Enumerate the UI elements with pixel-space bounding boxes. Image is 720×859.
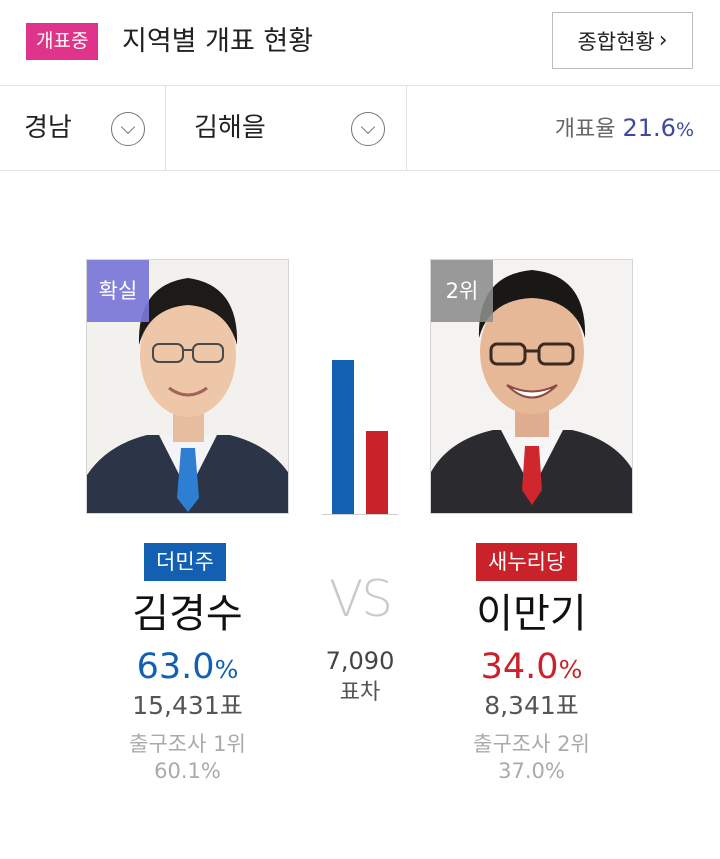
region-dropdown[interactable]: 경남 [0, 86, 166, 171]
exit-poll-percent-2: 37.0% [498, 759, 565, 783]
candidate-percent-1: 63.0% [86, 643, 289, 694]
candidate-votes-2: 8,341표 [484, 691, 579, 720]
rank-badge-2: 2위 [431, 260, 493, 322]
candidate-photo-1: 확실 [86, 259, 289, 514]
candidate-photo-2: 2위 [430, 259, 633, 514]
candidate-percent-value-1: 63.0 [136, 647, 215, 687]
vote-margin-label: 표차 [339, 680, 381, 705]
candidate-votes-1: 15,431표 [132, 691, 243, 720]
summary-button[interactable]: 종합현황 › [552, 12, 693, 69]
exit-poll-percent-1: 60.1% [154, 759, 221, 783]
candidate-percent-unit-1: % [214, 655, 239, 684]
chevron-right-icon: › [658, 28, 668, 53]
vote-bar-candidate-1 [332, 360, 354, 514]
candidate-percent-value-2: 34.0 [480, 647, 559, 687]
summary-button-label: 종합현황 [577, 29, 655, 54]
counting-rate-unit: % [675, 119, 694, 141]
selector-row: 경남 김해을 개표율 21.6% [0, 86, 720, 171]
rank-badge-1: 확실 [87, 260, 149, 322]
header: 개표중 지역별 개표 현황 종합현황 › [0, 0, 720, 86]
candidate-percent-2: 34.0% [430, 643, 633, 694]
exit-poll-rank-2: 출구조사 2위 [473, 732, 590, 756]
region-dropdown-label: 경남 [24, 113, 72, 143]
chevron-down-icon [351, 112, 385, 146]
vote-share-bars [322, 340, 398, 515]
page-title: 지역별 개표 현황 [122, 26, 314, 57]
party-label-2: 새누리당 [476, 543, 578, 581]
candidate-name-1: 김경수 [132, 591, 243, 637]
district-dropdown-label: 김해을 [194, 113, 266, 143]
exit-poll-rank-1: 출구조사 1위 [129, 732, 246, 756]
counting-rate: 개표율 21.6% [555, 86, 694, 173]
live-counting-badge: 개표중 [26, 23, 99, 60]
bar-baseline [322, 514, 398, 515]
candidate-name-2: 이만기 [476, 591, 587, 637]
chevron-down-icon [111, 112, 145, 146]
party-label-1: 더민주 [144, 543, 226, 581]
vs-label: VS [329, 570, 393, 628]
counting-rate-label: 개표율 [554, 117, 616, 142]
candidate-percent-unit-2: % [558, 655, 583, 684]
district-dropdown[interactable]: 김해을 [166, 86, 407, 171]
counting-rate-value: 21.6 [622, 114, 676, 142]
vote-margin-value: 7,090 [325, 647, 395, 675]
vote-bar-candidate-2 [366, 431, 388, 514]
